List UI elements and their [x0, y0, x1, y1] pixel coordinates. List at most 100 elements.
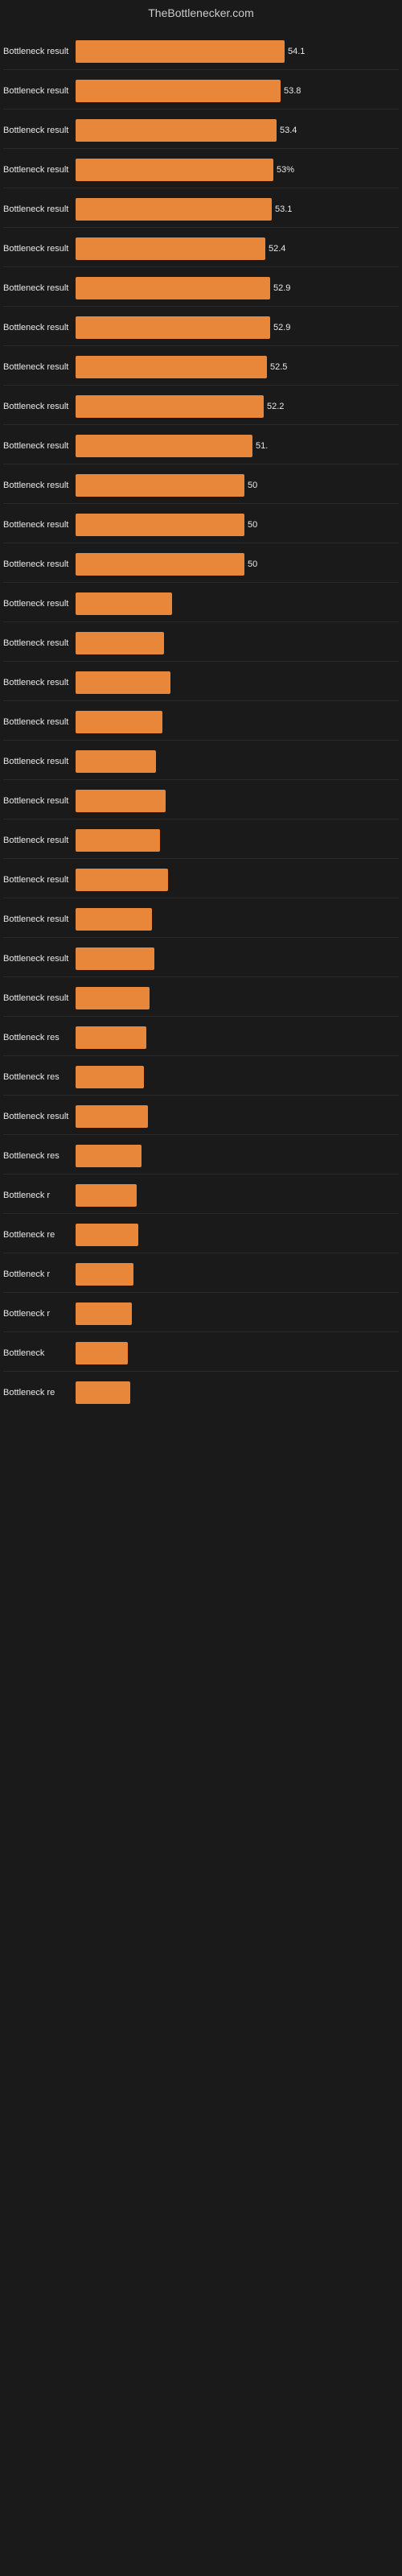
bar-fill — [76, 80, 281, 102]
bar-label: Bottleneck result — [3, 757, 76, 766]
bar-label: Bottleneck result — [3, 441, 76, 451]
bar-row: Bottleneck r — [0, 1293, 402, 1331]
bar-label: Bottleneck result — [3, 875, 76, 885]
bar-label: Bottleneck result — [3, 717, 76, 727]
bar-label: Bottleneck result — [3, 481, 76, 490]
bar-fill — [76, 237, 265, 260]
bar-row: Bottleneck res — [0, 1056, 402, 1095]
bar-row: Bottleneck result — [0, 898, 402, 937]
bar-label: Bottleneck result — [3, 914, 76, 924]
bar-row: Bottleneck result — [0, 662, 402, 700]
bar-label: Bottleneck result — [3, 165, 76, 175]
bar-value: 53.1 — [275, 204, 292, 214]
bar-label: Bottleneck r — [3, 1191, 76, 1200]
bar-fill — [76, 908, 152, 931]
bar-row: Bottleneck result 52.9 — [0, 307, 402, 345]
bar-label: Bottleneck result — [3, 678, 76, 687]
bar-row: Bottleneck result — [0, 741, 402, 779]
bar-fill — [76, 316, 270, 339]
bar-row: Bottleneck result 50 — [0, 543, 402, 582]
bar-fill — [76, 277, 270, 299]
bar-fill — [76, 1381, 130, 1404]
bar-fill — [76, 40, 285, 63]
bar-row: Bottleneck result 52.4 — [0, 228, 402, 266]
bar-row: Bottleneck result 53.4 — [0, 109, 402, 148]
bar-fill — [76, 395, 264, 418]
bar-row: Bottleneck re — [0, 1372, 402, 1410]
bar-fill — [76, 829, 160, 852]
bar-row: Bottleneck result — [0, 780, 402, 819]
bar-label: Bottleneck result — [3, 126, 76, 135]
bar-label: Bottleneck result — [3, 47, 76, 56]
bar-fill — [76, 987, 150, 1009]
bar-label: Bottleneck result — [3, 244, 76, 254]
bar-row: Bottleneck result 51. — [0, 425, 402, 464]
bar-value: 50 — [248, 559, 257, 569]
bar-fill — [76, 592, 172, 615]
bar-value: 53.8 — [284, 86, 301, 96]
bar-row: Bottleneck result 52.2 — [0, 386, 402, 424]
bar-row: Bottleneck result 54.1 — [0, 31, 402, 69]
bar-row: Bottleneck res — [0, 1017, 402, 1055]
bar-fill — [76, 869, 168, 891]
bar-label: Bottleneck result — [3, 836, 76, 845]
bar-label: Bottleneck result — [3, 402, 76, 411]
bar-label: Bottleneck result — [3, 993, 76, 1003]
bar-row: Bottleneck re — [0, 1214, 402, 1253]
bar-fill — [76, 435, 252, 457]
bar-label: Bottleneck r — [3, 1309, 76, 1319]
bar-row: Bottleneck result — [0, 819, 402, 858]
bar-label: Bottleneck result — [3, 559, 76, 569]
bar-fill — [76, 1302, 132, 1325]
bar-fill — [76, 711, 162, 733]
bar-value: 52.2 — [267, 402, 284, 411]
bar-fill — [76, 356, 267, 378]
bar-label: Bottleneck result — [3, 1112, 76, 1121]
bar-fill — [76, 1105, 148, 1128]
bar-row: Bottleneck result — [0, 622, 402, 661]
bar-row: Bottleneck result 52.5 — [0, 346, 402, 385]
bar-fill — [76, 474, 244, 497]
bar-fill — [76, 553, 244, 576]
bar-value: 50 — [248, 520, 257, 530]
bar-row: Bottleneck result — [0, 701, 402, 740]
bar-row: Bottleneck result 52.9 — [0, 267, 402, 306]
bar-label: Bottleneck res — [3, 1033, 76, 1042]
bar-value: 54.1 — [288, 47, 305, 56]
bar-fill — [76, 1342, 128, 1364]
bar-value: 52.9 — [273, 283, 290, 293]
bar-row: Bottleneck result50 — [0, 464, 402, 503]
bar-label: Bottleneck result — [3, 204, 76, 214]
bar-row: Bottleneck r — [0, 1174, 402, 1213]
bar-value: 52.9 — [273, 323, 290, 332]
bar-label: Bottleneck result — [3, 323, 76, 332]
bar-label: Bottleneck result — [3, 283, 76, 293]
bar-fill — [76, 514, 244, 536]
bar-label: Bottleneck result — [3, 520, 76, 530]
bar-label: Bottleneck result — [3, 599, 76, 609]
bar-fill — [76, 1145, 142, 1167]
bar-value: 51. — [256, 441, 268, 451]
bar-row: Bottleneck result 53.8 — [0, 70, 402, 109]
bar-label: Bottleneck result — [3, 796, 76, 806]
bar-row: Bottleneck r — [0, 1253, 402, 1292]
bar-fill — [76, 1184, 137, 1207]
bar-label: Bottleneck result — [3, 86, 76, 96]
bar-fill — [76, 1066, 144, 1088]
bar-label: Bottleneck result — [3, 638, 76, 648]
bar-value: 52.4 — [269, 244, 285, 254]
bar-label: Bottleneck result — [3, 362, 76, 372]
bar-fill — [76, 1263, 133, 1286]
bar-label: Bottleneck re — [3, 1230, 76, 1240]
bar-row: Bottleneck result 53.1 — [0, 188, 402, 227]
bar-row: Bottleneck result — [0, 977, 402, 1016]
bar-row: Bottleneck result53% — [0, 149, 402, 188]
bar-value: 53.4 — [280, 126, 297, 135]
bar-row: Bottleneck res — [0, 1135, 402, 1174]
bar-row: Bottleneck result — [0, 1096, 402, 1134]
bar-value: 52.5 — [270, 362, 287, 372]
bar-fill — [76, 947, 154, 970]
bar-fill — [76, 1026, 146, 1049]
bar-label: Bottleneck res — [3, 1151, 76, 1161]
bar-label: Bottleneck res — [3, 1072, 76, 1082]
